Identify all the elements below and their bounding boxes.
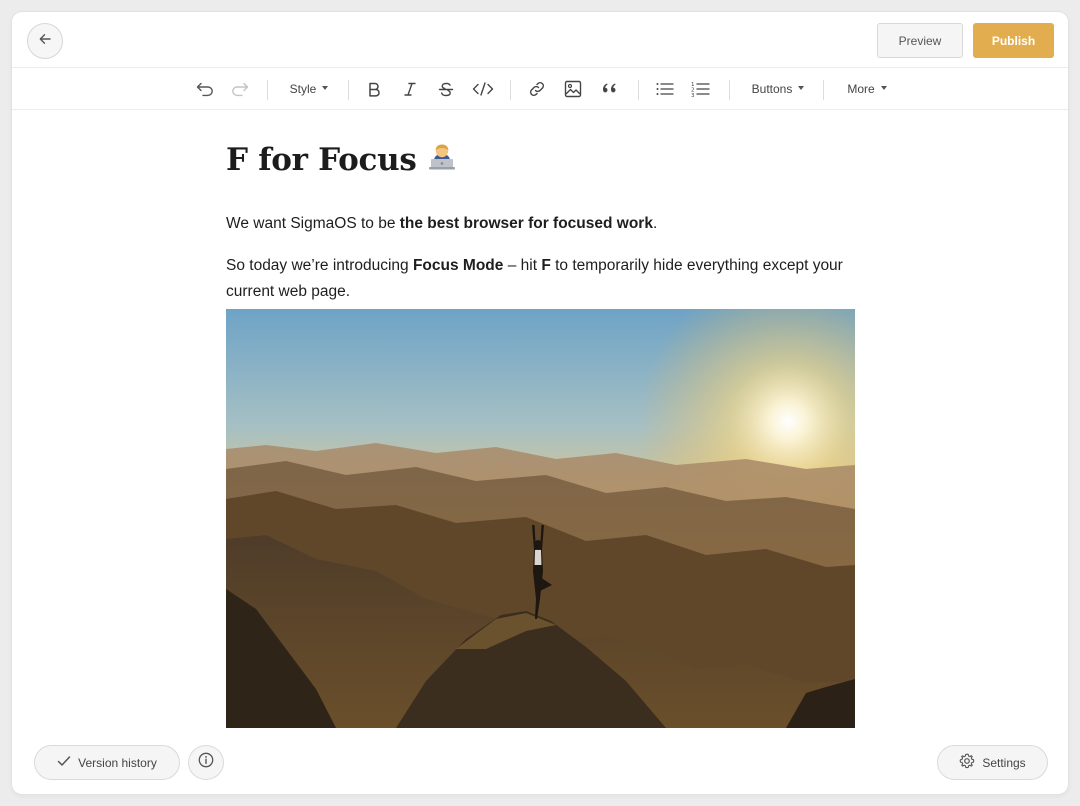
bold-button[interactable]	[362, 77, 386, 101]
toolbar-divider	[348, 80, 349, 100]
post-title-text: F for Focus	[226, 142, 417, 178]
svg-text:3: 3	[691, 93, 695, 97]
strikethrough-button[interactable]	[434, 77, 458, 101]
caret-down-icon	[798, 86, 805, 90]
settings-button[interactable]: Settings	[937, 745, 1048, 780]
style-dropdown[interactable]: Style	[284, 77, 334, 101]
publish-button[interactable]: Publish	[973, 23, 1054, 58]
numbered-list-button[interactable]: 123	[689, 77, 713, 101]
redo-icon	[230, 81, 250, 97]
post-content[interactable]: F for Focus We want SigmaOS to be the be…	[226, 140, 856, 728]
version-history-button[interactable]: Version history	[34, 745, 180, 780]
preview-button[interactable]: Preview	[877, 23, 963, 58]
code-icon	[472, 81, 494, 97]
post-paragraph-2[interactable]: So today we’re introducing Focus Mode – …	[226, 253, 856, 305]
sunset-mountain-yoga-photo[interactable]	[226, 309, 855, 728]
numbered-list-icon: 123	[691, 81, 711, 97]
technologist-emoji-icon	[427, 141, 457, 179]
para2-bold-key: F	[541, 257, 551, 274]
settings-label: Settings	[982, 755, 1026, 770]
style-dropdown-label: Style	[289, 82, 317, 96]
buttons-dropdown[interactable]: Buttons	[747, 77, 809, 101]
back-button[interactable]	[27, 23, 63, 59]
arrow-left-icon	[38, 32, 52, 51]
toolbar-divider	[823, 80, 824, 100]
quote-icon	[601, 82, 619, 96]
toolbar-divider	[267, 80, 268, 100]
info-icon	[198, 752, 214, 773]
bold-icon	[366, 81, 382, 97]
checkmark-icon	[57, 755, 78, 770]
link-button[interactable]	[525, 77, 549, 101]
editor-window: Preview Publish Style 1 2 3 Buttons More…	[12, 12, 1068, 794]
para1-bold: the best browser for focused work	[399, 215, 653, 232]
toolbar-divider	[638, 80, 639, 100]
image-button[interactable]	[561, 77, 585, 101]
para2-middle: – hit	[503, 257, 542, 274]
undo-button[interactable]	[193, 77, 217, 101]
bullet-list-icon	[655, 81, 675, 97]
image-icon	[564, 80, 582, 98]
buttons-dropdown-label: Buttons	[751, 82, 793, 96]
para2-prefix: So today we’re introducing	[226, 257, 413, 274]
gear-icon	[959, 753, 982, 772]
strikethrough-icon	[438, 81, 454, 97]
more-dropdown-label: More	[847, 82, 875, 96]
top-bar: Preview Publish	[12, 12, 1068, 68]
quote-button[interactable]	[598, 77, 622, 101]
bullet-list-button[interactable]	[653, 77, 677, 101]
post-title[interactable]: F for Focus	[226, 140, 856, 180]
info-button[interactable]	[188, 745, 224, 780]
link-icon	[528, 80, 546, 98]
more-dropdown[interactable]: More	[842, 77, 892, 101]
italic-button[interactable]	[398, 77, 422, 101]
code-button[interactable]	[470, 77, 496, 101]
para1-prefix: We want SigmaOS to be	[226, 215, 400, 232]
post-paragraph-1[interactable]: We want SigmaOS to be the best browser f…	[226, 211, 856, 237]
toolbar-divider	[729, 80, 730, 100]
caret-down-icon	[880, 86, 887, 90]
caret-down-icon	[322, 86, 329, 90]
toolbar-divider	[510, 80, 511, 100]
italic-icon	[402, 81, 418, 97]
version-history-label: Version history	[78, 755, 157, 770]
redo-button[interactable]	[228, 77, 252, 101]
undo-icon	[195, 81, 215, 97]
para2-bold-focus-mode: Focus Mode	[412, 257, 504, 274]
para1-suffix: .	[652, 215, 658, 232]
formatting-toolbar: Style 1 2 3 Buttons More	[12, 68, 1068, 110]
